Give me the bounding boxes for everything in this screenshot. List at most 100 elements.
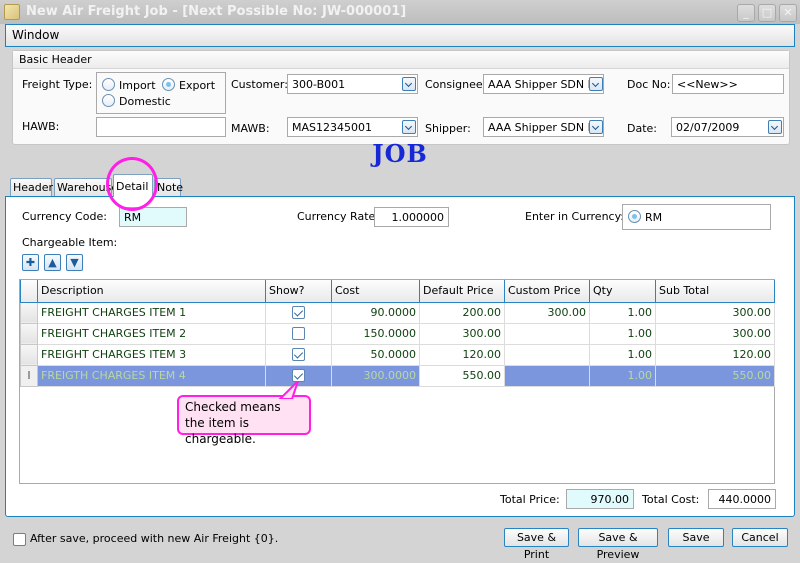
- date-dropdown-icon[interactable]: [768, 120, 782, 134]
- doc-no-input[interactable]: <<New>>: [672, 74, 784, 94]
- consignee-combo[interactable]: AAA Shipper SDN BH: [483, 74, 604, 94]
- cell-qty[interactable]: 1.00: [589, 301, 656, 324]
- date-label: Date:: [627, 122, 657, 135]
- radio-domestic[interactable]: [102, 94, 115, 107]
- show-checkbox[interactable]: [292, 306, 305, 320]
- tab-header[interactable]: Header: [10, 178, 53, 196]
- save-button[interactable]: Save: [668, 528, 724, 547]
- cell-sub-total: 120.00: [655, 343, 775, 366]
- cell-show[interactable]: [265, 343, 332, 366]
- table-row-selected[interactable]: I FREIGTH CHARGES ITEM 4 300.0000 550.00…: [20, 364, 775, 387]
- proceed-checkbox[interactable]: [13, 532, 26, 546]
- cell-show[interactable]: [265, 322, 332, 345]
- row-selector[interactable]: [20, 322, 38, 345]
- radio-currency-rm[interactable]: [628, 210, 641, 223]
- cell-description[interactable]: FREIGTH CHARGES ITEM 4: [37, 364, 266, 387]
- radio-export[interactable]: [162, 78, 175, 91]
- save-preview-button[interactable]: Save & Preview: [578, 528, 658, 561]
- mawb-label: MAWB:: [231, 122, 270, 135]
- radio-import[interactable]: [102, 78, 115, 91]
- radio-domestic-label[interactable]: Domestic: [119, 95, 171, 108]
- cell-cost[interactable]: 50.0000: [331, 343, 420, 366]
- cancel-button[interactable]: Cancel: [732, 528, 788, 547]
- cell-sub-total: 300.00: [655, 322, 775, 345]
- col-cost[interactable]: Cost: [331, 280, 420, 303]
- cell-default-price[interactable]: 300.00: [419, 322, 505, 345]
- customer-value: 300-B001: [292, 78, 346, 91]
- add-icon: ✚: [25, 256, 36, 269]
- hawb-input[interactable]: [96, 117, 226, 137]
- radio-export-label[interactable]: Export: [179, 79, 215, 92]
- col-qty[interactable]: Qty: [589, 280, 656, 303]
- add-item-button[interactable]: ✚: [22, 254, 39, 271]
- move-up-button[interactable]: ▲: [44, 254, 61, 271]
- chargeable-items-grid: Description Show? Cost Default Price Cus…: [19, 279, 775, 484]
- radio-import-label[interactable]: Import: [119, 79, 156, 92]
- row-selector[interactable]: [20, 343, 38, 366]
- col-default-price[interactable]: Default Price: [419, 280, 505, 303]
- save-print-button[interactable]: Save & Print: [504, 528, 569, 561]
- customer-combo[interactable]: 300-B001: [287, 74, 418, 94]
- cell-custom-price[interactable]: [504, 364, 590, 387]
- cell-default-price[interactable]: 200.00: [419, 301, 505, 324]
- highlight-circle: [106, 157, 158, 211]
- cell-custom-price[interactable]: [504, 343, 590, 366]
- cell-qty[interactable]: 1.00: [589, 364, 656, 387]
- show-checkbox[interactable]: [292, 348, 305, 362]
- cell-custom-price[interactable]: [504, 322, 590, 345]
- cell-description[interactable]: FREIGHT CHARGES ITEM 1: [37, 301, 266, 324]
- currency-rate-input[interactable]: 1.000000: [374, 207, 449, 227]
- minimize-button[interactable]: _: [737, 4, 755, 22]
- cell-default-price[interactable]: 120.00: [419, 343, 505, 366]
- consignee-value: AAA Shipper SDN BH: [488, 78, 604, 91]
- cell-description[interactable]: FREIGHT CHARGES ITEM 2: [37, 322, 266, 345]
- radio-currency-rm-label[interactable]: RM: [645, 211, 662, 224]
- mawb-dropdown-icon[interactable]: [402, 120, 416, 134]
- total-price-label: Total Price:: [500, 493, 560, 506]
- menu-window[interactable]: Window: [12, 28, 59, 42]
- currency-code-label: Currency Code:: [22, 210, 107, 223]
- maximize-button[interactable]: □: [758, 4, 776, 22]
- grid-header-row: Description Show? Cost Default Price Cus…: [20, 280, 775, 303]
- consignee-label: Consignee:: [425, 78, 487, 91]
- cell-show[interactable]: [265, 301, 332, 324]
- cell-default-price[interactable]: 550.00: [419, 364, 505, 387]
- window-title: New Air Freight Job - [Next Possible No:…: [26, 4, 407, 19]
- close-button[interactable]: ✕: [779, 4, 797, 22]
- table-row[interactable]: FREIGHT CHARGES ITEM 3 50.0000 120.00 1.…: [20, 343, 775, 366]
- col-sub-total[interactable]: Sub Total: [655, 280, 775, 303]
- col-custom-price[interactable]: Custom Price: [504, 280, 590, 303]
- mawb-combo[interactable]: MAS12345001: [287, 117, 418, 137]
- customer-dropdown-icon[interactable]: [402, 77, 416, 91]
- cell-qty[interactable]: 1.00: [589, 322, 656, 345]
- table-row[interactable]: FREIGHT CHARGES ITEM 1 90.0000 200.00 30…: [20, 301, 775, 324]
- row-selector-edit-icon[interactable]: I: [20, 364, 38, 387]
- col-show[interactable]: Show?: [265, 280, 332, 303]
- cell-cost[interactable]: 90.0000: [331, 301, 420, 324]
- date-value: 02/07/2009: [676, 121, 740, 134]
- cell-custom-price[interactable]: 300.00: [504, 301, 590, 324]
- menu-bar: Window: [5, 24, 795, 47]
- move-down-button[interactable]: ▼: [66, 254, 83, 271]
- row-header-corner: [20, 280, 38, 303]
- currency-rate-label: Currency Rate:: [297, 210, 379, 223]
- cell-cost[interactable]: 150.0000: [331, 322, 420, 345]
- shipper-combo[interactable]: AAA Shipper SDN BH: [483, 117, 604, 137]
- items-table: Description Show? Cost Default Price Cus…: [20, 280, 775, 387]
- row-selector[interactable]: [20, 301, 38, 324]
- col-description[interactable]: Description: [37, 280, 266, 303]
- cell-sub-total: 550.00: [655, 364, 775, 387]
- shipper-dropdown-icon[interactable]: [589, 120, 603, 134]
- freight-type-label: Freight Type:: [22, 78, 93, 91]
- proceed-checkbox-label[interactable]: After save, proceed with new Air Freight…: [30, 532, 278, 545]
- chargeable-item-label: Chargeable Item:: [22, 236, 118, 249]
- tab-note[interactable]: Note: [154, 178, 183, 196]
- tab-warehouse[interactable]: Warehouse: [54, 178, 118, 196]
- cell-description[interactable]: FREIGHT CHARGES ITEM 3: [37, 343, 266, 366]
- table-row[interactable]: FREIGHT CHARGES ITEM 2 150.0000 300.00 1…: [20, 322, 775, 345]
- consignee-dropdown-icon[interactable]: [589, 77, 603, 91]
- cell-qty[interactable]: 1.00: [589, 343, 656, 366]
- arrow-up-icon: ▲: [48, 256, 57, 269]
- show-checkbox[interactable]: [292, 327, 305, 341]
- cell-cost[interactable]: 300.0000: [331, 364, 420, 387]
